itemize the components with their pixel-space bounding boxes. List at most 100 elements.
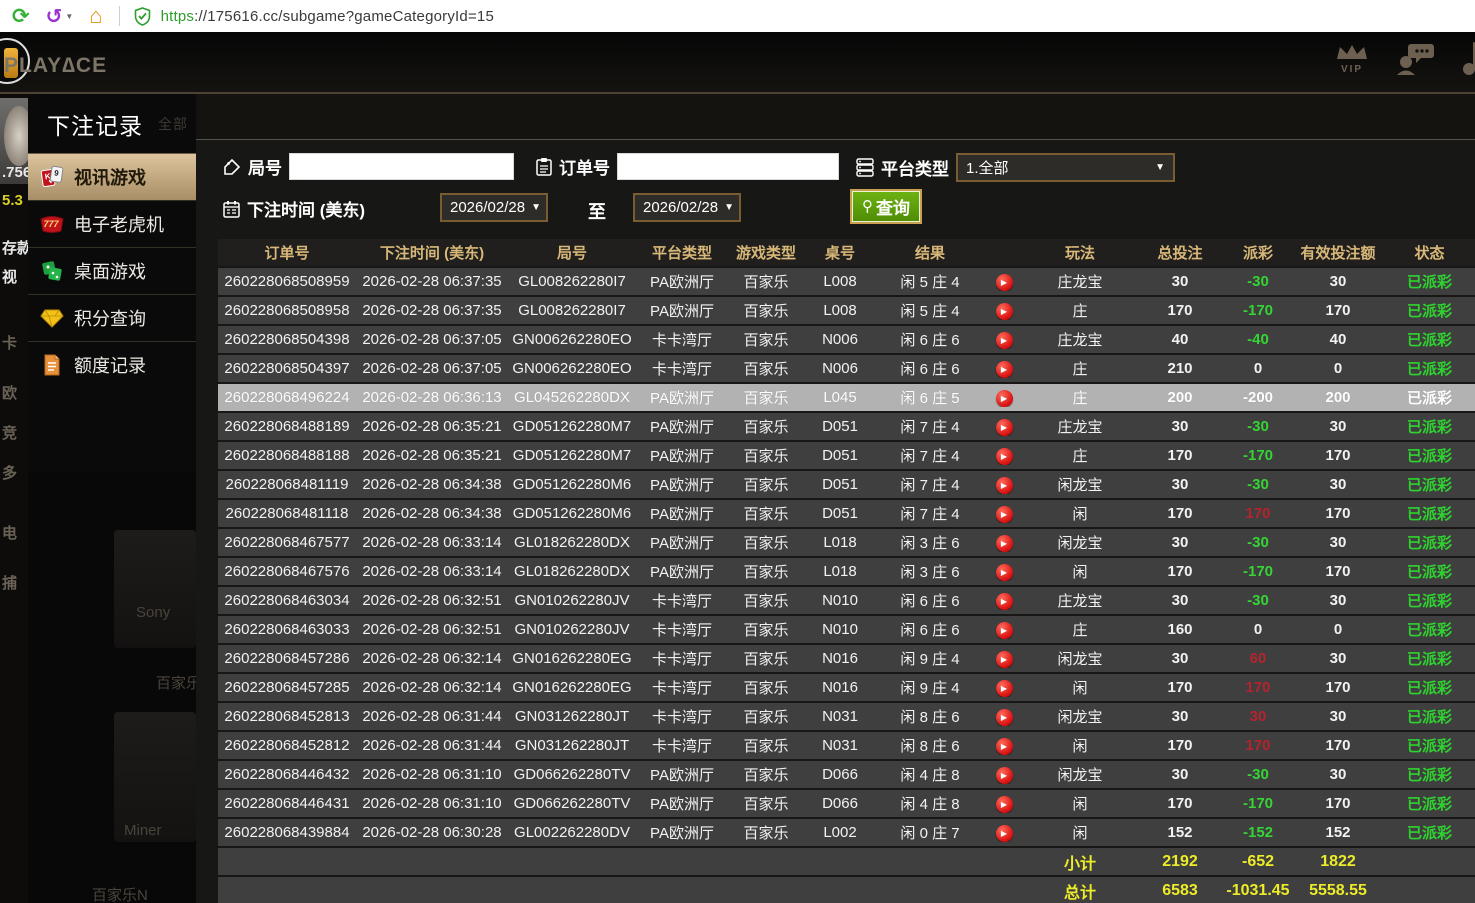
music-note-icon[interactable] bbox=[1461, 42, 1475, 76]
replay-button[interactable]: ▶ bbox=[995, 506, 1013, 523]
playing-cards-icon: K ♥ 9 bbox=[39, 165, 65, 189]
status-badge: 已派彩 bbox=[1406, 332, 1452, 349]
platform-type-field: 平台类型 1.全部 ▼ bbox=[856, 153, 1175, 182]
replay-button[interactable]: ▶ bbox=[995, 361, 1013, 378]
replay-button[interactable]: ▶ bbox=[995, 651, 1013, 668]
slot-777-icon: 777 bbox=[39, 214, 65, 234]
platform-list-icon bbox=[856, 158, 874, 177]
col-header-time: 下注时间 (美东) bbox=[379, 245, 485, 262]
replay-button[interactable]: ▶ bbox=[995, 767, 1013, 784]
replay-button[interactable]: ▶ bbox=[995, 796, 1013, 813]
dimmed-thumbnail bbox=[114, 530, 196, 648]
status-badge: 已派彩 bbox=[1406, 593, 1452, 610]
address-bar[interactable]: https://175616.cc/subgame?gameCategoryId… bbox=[161, 8, 494, 25]
table-row: 260228068467577 2026-02-28 06:33:14 GL0182… bbox=[218, 529, 1475, 556]
table-row: 260228068452812 2026-02-28 06:31:44 GN0312… bbox=[218, 732, 1475, 759]
filter-bar: 局号 订单号 平台类型 1.全部 ▼ 下注时间 (美东) 2026/02/28 … bbox=[196, 141, 1475, 237]
bet-records-table: 订单号 下注时间 (美东) 局号 平台类型 游戏类型 桌号 结果 玩法 总投注 … bbox=[218, 239, 1475, 903]
customer-service-icon[interactable] bbox=[1395, 42, 1435, 76]
clipboard-icon bbox=[536, 157, 552, 176]
table-row: 260228068446431 2026-02-28 06:31:10 GD0662… bbox=[218, 790, 1475, 817]
document-icon bbox=[39, 354, 65, 376]
brand-logo-text: PLAY∆CE bbox=[4, 54, 108, 77]
toolbar-divider bbox=[118, 6, 120, 26]
table-header: 订单号 下注时间 (美东) 局号 平台类型 游戏类型 桌号 结果 玩法 总投注 … bbox=[218, 239, 1475, 266]
replay-button[interactable]: ▶ bbox=[995, 680, 1013, 697]
dimmed-background-strip: .756 5.3 存款 视 卡 欧 竞 多 电 捕 bbox=[0, 94, 28, 903]
replay-button[interactable]: ▶ bbox=[995, 477, 1013, 494]
replay-button[interactable]: ▶ bbox=[995, 390, 1013, 407]
date-from-select[interactable]: 2026/02/28 ▼ bbox=[440, 193, 548, 222]
order-number-input[interactable] bbox=[617, 153, 839, 180]
sidebar-item-video-games[interactable]: K ♥ 9 视讯游戏 bbox=[28, 153, 209, 200]
replay-button[interactable]: ▶ bbox=[995, 564, 1013, 581]
browser-toolbar: ⟳ ↺ ▼ ⌂ https://175616.cc/subgame?gameCat… bbox=[0, 0, 1475, 32]
replay-button[interactable]: ▶ bbox=[995, 303, 1013, 320]
grand-total-row: 总计 6583 -1031.45 5558.55 bbox=[218, 877, 1475, 903]
sidebar-item-table-games[interactable]: 桌面游戏 bbox=[28, 247, 196, 294]
table-row: 260228068508959 2026-02-28 06:37:35 GL0082… bbox=[218, 268, 1475, 295]
replay-button[interactable]: ▶ bbox=[995, 419, 1013, 436]
table-row: 260228068463034 2026-02-28 06:32:51 GN0102… bbox=[218, 587, 1475, 614]
table-row: 260228068452813 2026-02-28 06:31:44 GN0312… bbox=[218, 703, 1475, 730]
order-number-field: 订单号 bbox=[536, 153, 839, 180]
status-badge: 已派彩 bbox=[1406, 825, 1452, 842]
replay-button[interactable]: ▶ bbox=[995, 274, 1013, 291]
tag-icon bbox=[223, 158, 241, 176]
sidebar-item-label: 视讯游戏 bbox=[74, 168, 146, 188]
to-label: 至 bbox=[588, 202, 606, 222]
platform-type-select[interactable]: 1.全部 ▼ bbox=[956, 153, 1175, 182]
replay-button[interactable]: ▶ bbox=[995, 825, 1013, 842]
col-header-valid: 有效投注额 bbox=[1300, 245, 1376, 262]
main-panel: 局号 订单号 平台类型 1.全部 ▼ 下注时间 (美东) 2026/02/28 … bbox=[196, 94, 1475, 903]
table-row: 260228068463033 2026-02-28 06:32:51 GN0102… bbox=[218, 616, 1475, 643]
round-number-field: 局号 bbox=[223, 153, 514, 180]
dimmed-menu-strip bbox=[196, 94, 1475, 140]
search-button[interactable]: ⚲ 查询 bbox=[850, 189, 922, 224]
table-row: 260228068504397 2026-02-28 06:37:05 GN0062… bbox=[218, 355, 1475, 382]
replay-button[interactable]: ▶ bbox=[995, 622, 1013, 639]
table-body: 260228068508959 2026-02-28 06:37:35 GL0082… bbox=[218, 268, 1475, 903]
col-header-order: 订单号 bbox=[264, 245, 310, 262]
status-badge: 已派彩 bbox=[1406, 506, 1452, 523]
status-badge: 已派彩 bbox=[1406, 448, 1452, 465]
round-number-input[interactable] bbox=[289, 153, 514, 180]
status-badge: 已派彩 bbox=[1406, 564, 1452, 581]
chevron-down-icon: ▼ bbox=[531, 202, 541, 213]
replay-button[interactable]: ▶ bbox=[995, 593, 1013, 610]
reload-icon[interactable]: ⟳ bbox=[12, 4, 30, 29]
status-badge: 已派彩 bbox=[1406, 535, 1452, 552]
replay-button[interactable]: ▶ bbox=[995, 535, 1013, 552]
replay-button[interactable]: ▶ bbox=[995, 738, 1013, 755]
sidebar-item-label: 额度记录 bbox=[74, 356, 146, 376]
table-row: 260228068504398 2026-02-28 06:37:05 GN0062… bbox=[218, 326, 1475, 353]
table-row: 260228068467576 2026-02-28 06:33:14 GL0182… bbox=[218, 558, 1475, 585]
replay-button[interactable]: ▶ bbox=[995, 709, 1013, 726]
col-header-payout: 派彩 bbox=[1242, 245, 1273, 262]
replay-button[interactable]: ▶ bbox=[995, 448, 1013, 465]
status-badge: 已派彩 bbox=[1406, 361, 1452, 378]
status-badge: 已派彩 bbox=[1406, 709, 1452, 726]
chevron-down-icon: ▼ bbox=[1155, 162, 1165, 173]
table-row: 260228068508958 2026-02-28 06:37:35 GL0082… bbox=[218, 297, 1475, 324]
status-badge: 已派彩 bbox=[1406, 477, 1452, 494]
sidebar-item-slots[interactable]: 777 电子老虎机 bbox=[28, 200, 196, 247]
status-badge: 已派彩 bbox=[1406, 767, 1452, 784]
dice-cards-icon bbox=[39, 259, 65, 283]
sidebar-item-points-query[interactable]: 积分查询 bbox=[28, 294, 196, 341]
calendar-icon bbox=[223, 200, 240, 218]
status-badge: 已派彩 bbox=[1406, 390, 1452, 407]
col-header-table: 桌号 bbox=[824, 245, 855, 262]
back-icon[interactable]: ↺ ▼ bbox=[46, 4, 74, 29]
home-icon[interactable]: ⌂ bbox=[89, 3, 102, 29]
table-row: 260228068481118 2026-02-28 06:34:38 GD0512… bbox=[218, 500, 1475, 527]
replay-button[interactable]: ▶ bbox=[995, 332, 1013, 349]
table-row: 260228068488189 2026-02-28 06:35:21 GD0512… bbox=[218, 413, 1475, 440]
vip-crown-icon[interactable]: VIP bbox=[1335, 43, 1369, 75]
date-to-select[interactable]: 2026/02/28 ▼ bbox=[633, 193, 741, 222]
sidebar-item-quota-records[interactable]: 额度记录 bbox=[28, 341, 196, 388]
sidebar: 下注记录 全部 K ♥ 9 视讯游戏 777 电子老虎机 桌面游戏 积分查询 额度记… bbox=[28, 94, 209, 903]
status-badge: 已派彩 bbox=[1406, 738, 1452, 755]
security-shield-icon[interactable] bbox=[134, 6, 151, 26]
table-row: 260228068439884 2026-02-28 06:30:28 GL0022… bbox=[218, 819, 1475, 846]
